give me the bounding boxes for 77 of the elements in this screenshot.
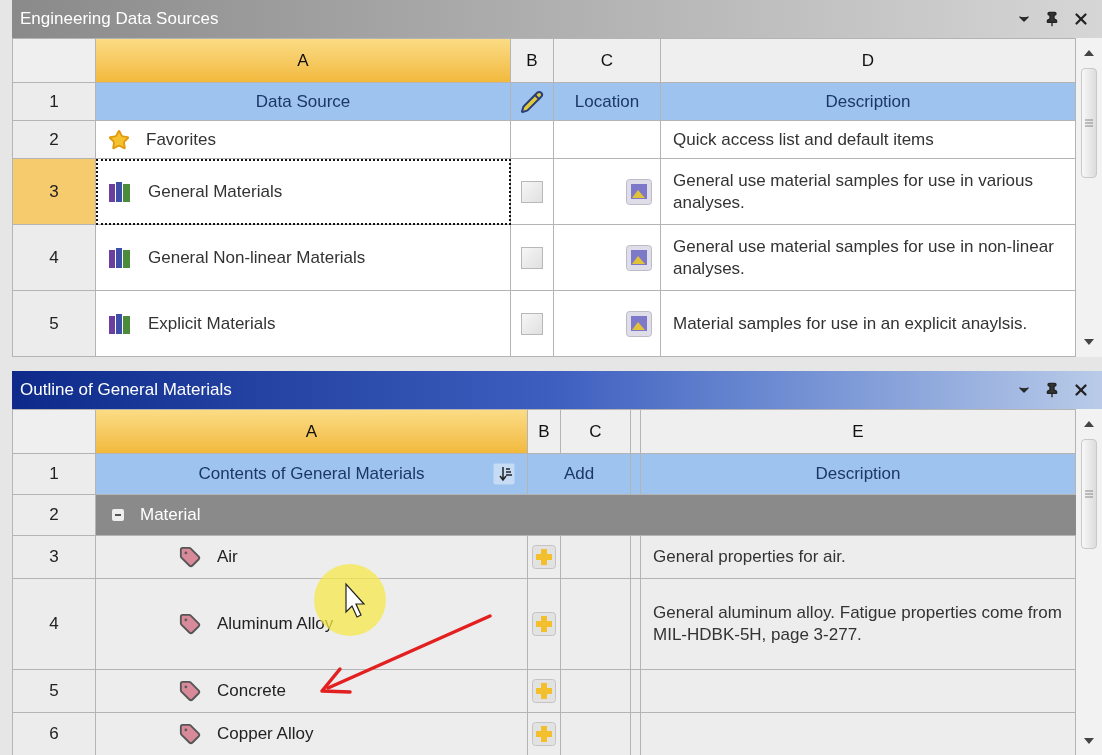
row-number[interactable]: 5 bbox=[13, 291, 96, 357]
close-icon[interactable] bbox=[1072, 10, 1090, 28]
column-header[interactable]: B bbox=[528, 410, 561, 454]
description-text: Material samples for use in an explicit anaylsis. bbox=[673, 312, 1028, 335]
sort-icon[interactable] bbox=[493, 463, 515, 485]
collapse-icon[interactable] bbox=[112, 509, 124, 521]
close-icon[interactable] bbox=[1072, 381, 1090, 399]
data-source-cell[interactable]: Explicit Materials bbox=[96, 291, 511, 357]
column-title: Description bbox=[661, 83, 1076, 121]
books-icon bbox=[108, 246, 132, 269]
row-number[interactable]: 6 bbox=[13, 713, 96, 755]
image-icon[interactable] bbox=[626, 310, 652, 337]
checkbox[interactable] bbox=[521, 312, 543, 335]
grip-icon bbox=[1085, 119, 1093, 127]
checkbox[interactable] bbox=[521, 246, 543, 269]
checkbox[interactable] bbox=[521, 180, 543, 203]
scroll-up-icon[interactable] bbox=[1084, 50, 1094, 56]
column-title: Data Source bbox=[96, 83, 511, 121]
scroll-up-icon[interactable] bbox=[1084, 421, 1094, 427]
panel-title: Engineering Data Sources bbox=[20, 8, 219, 31]
cursor-icon bbox=[345, 582, 366, 618]
column-header[interactable]: C bbox=[561, 410, 631, 454]
description-text: General aluminum alloy. Fatigue properties come from MIL-HDBK-5H, page 3-277. bbox=[653, 602, 1063, 646]
material-name: Air bbox=[217, 546, 238, 569]
panel-title: Outline of General Materials bbox=[20, 379, 232, 402]
column-header[interactable]: E bbox=[641, 410, 1076, 454]
row-number[interactable]: 4 bbox=[13, 579, 96, 670]
description-text: General use material samples for use in various analyses. bbox=[673, 169, 1034, 214]
source-name: Favorites bbox=[146, 128, 216, 151]
pin-icon[interactable] bbox=[1044, 382, 1060, 398]
row-number[interactable]: 3 bbox=[13, 159, 96, 225]
material-name: Concrete bbox=[217, 680, 286, 703]
row-number[interactable]: 1 bbox=[13, 454, 96, 495]
tag-icon bbox=[179, 723, 201, 745]
source-name: Explicit Materials bbox=[148, 312, 276, 335]
column-title: Description bbox=[641, 454, 1076, 495]
source-name: General Non-linear Materials bbox=[148, 246, 366, 269]
column-header[interactable]: D bbox=[661, 39, 1076, 83]
column-header[interactable]: B bbox=[511, 39, 554, 83]
scroll-down-icon[interactable] bbox=[1084, 738, 1094, 744]
description-text: Quick access list and default items bbox=[673, 128, 934, 151]
column-title: Location bbox=[554, 83, 661, 121]
star-icon bbox=[108, 128, 130, 151]
column-header[interactable]: A bbox=[96, 410, 528, 454]
table-cell bbox=[631, 454, 641, 495]
column-header[interactable]: A bbox=[96, 39, 511, 83]
pin-icon[interactable] bbox=[1044, 11, 1060, 27]
scroll-thumb[interactable] bbox=[1081, 439, 1097, 549]
row-number[interactable]: 2 bbox=[13, 121, 96, 159]
description-text: General use material samples for use in non-linear analyses. bbox=[673, 235, 1055, 280]
scroll-thumb[interactable] bbox=[1081, 68, 1097, 178]
tag-icon bbox=[179, 680, 201, 702]
data-source-cell[interactable]: General Non-linear Materials bbox=[96, 225, 511, 291]
data-source-cell[interactable]: Favorites bbox=[96, 121, 511, 159]
books-icon bbox=[108, 180, 132, 203]
row-number[interactable]: 1 bbox=[13, 83, 96, 121]
table-cell bbox=[631, 670, 641, 713]
column-header[interactable]: C bbox=[554, 39, 661, 83]
image-icon[interactable] bbox=[626, 244, 652, 271]
column-title: Add bbox=[528, 454, 631, 495]
scroll-down-icon[interactable] bbox=[1084, 339, 1094, 345]
books-icon bbox=[108, 312, 132, 335]
tag-icon bbox=[179, 546, 201, 568]
tag-icon bbox=[179, 613, 201, 635]
row-number[interactable]: 4 bbox=[13, 225, 96, 291]
image-icon[interactable] bbox=[626, 178, 652, 205]
row-number[interactable]: 5 bbox=[13, 670, 96, 713]
row-number[interactable]: 2 bbox=[13, 495, 96, 536]
description-text: General properties for air. bbox=[653, 546, 846, 568]
source-name: General Materials bbox=[148, 180, 283, 203]
group-name: Material bbox=[140, 504, 201, 527]
data-source-cell[interactable]: General Materials bbox=[96, 159, 511, 225]
row-number[interactable]: 3 bbox=[13, 536, 96, 579]
grip-icon bbox=[1085, 490, 1093, 498]
material-name: Copper Alloy bbox=[217, 723, 314, 746]
column-title: Contents of General Materials bbox=[198, 463, 425, 486]
pencil-icon bbox=[520, 89, 544, 114]
